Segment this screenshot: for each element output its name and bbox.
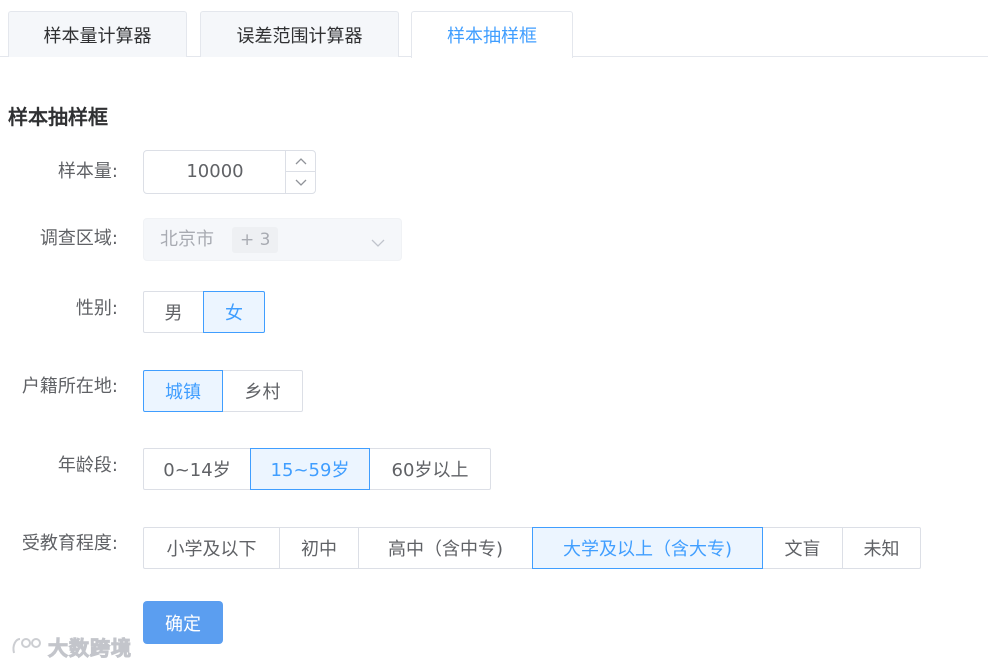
education-option-senior-high[interactable]: 高中（含中专): [358, 527, 533, 569]
sample-size-label: 样本量:: [57, 161, 118, 182]
education-option-university[interactable]: 大学及以上（含大专): [532, 527, 763, 569]
hukou-radio-group: 城镇 乡村: [143, 370, 303, 412]
education-option-junior-high[interactable]: 初中: [279, 527, 359, 569]
gender-radio-group: 男 女: [143, 291, 265, 333]
decrease-button[interactable]: [285, 172, 315, 193]
hukou-label: 户籍所在地:: [21, 376, 118, 397]
education-option-unknown[interactable]: 未知: [842, 527, 921, 569]
education-radio-group: 小学及以下 初中 高中（含中专) 大学及以上（含大专) 文盲 未知: [143, 527, 921, 569]
increase-button[interactable]: [285, 151, 315, 172]
chevron-down-icon: [371, 233, 385, 252]
education-option-primary[interactable]: 小学及以下: [143, 527, 280, 569]
gender-option-male[interactable]: 男: [143, 291, 204, 333]
hukou-option-rural[interactable]: 乡村: [222, 370, 303, 412]
chevron-down-icon: [295, 179, 306, 186]
section-title: 样本抽样框: [8, 105, 108, 129]
sample-size-input[interactable]: 10000: [143, 150, 316, 194]
tab-sample-size-calculator[interactable]: 样本量计算器: [8, 11, 187, 57]
gender-label: 性别:: [75, 298, 118, 319]
region-more-tag: + 3: [232, 227, 279, 253]
watermark-logo-icon: [12, 638, 41, 654]
confirm-button[interactable]: 确定: [143, 601, 223, 644]
watermark-text: 大数跨境: [48, 635, 132, 660]
gender-option-female[interactable]: 女: [203, 291, 265, 333]
region-select[interactable]: 北京市 + 3: [143, 218, 402, 261]
age-option-15-59[interactable]: 15~59岁: [250, 448, 370, 490]
sample-size-value[interactable]: 10000: [144, 151, 286, 193]
region-selected-tag: 北京市: [160, 229, 214, 250]
region-label: 调查区域:: [39, 228, 118, 249]
tab-sampling-frame[interactable]: 样本抽样框: [411, 11, 573, 58]
age-option-0-14[interactable]: 0~14岁: [143, 448, 251, 490]
age-label: 年龄段:: [57, 455, 118, 476]
chevron-up-icon: [295, 158, 306, 165]
tab-margin-of-error-calculator[interactable]: 误差范围计算器: [200, 11, 399, 57]
hukou-option-urban[interactable]: 城镇: [143, 370, 223, 412]
tab-bar: 样本量计算器 误差范围计算器 样本抽样框: [0, 0, 988, 58]
age-radio-group: 0~14岁 15~59岁 60岁以上: [143, 448, 491, 490]
age-option-60-plus[interactable]: 60岁以上: [369, 448, 491, 490]
education-label: 受教育程度:: [21, 533, 118, 554]
watermark: 大数跨境: [10, 633, 132, 660]
education-option-illiterate[interactable]: 文盲: [762, 527, 843, 569]
